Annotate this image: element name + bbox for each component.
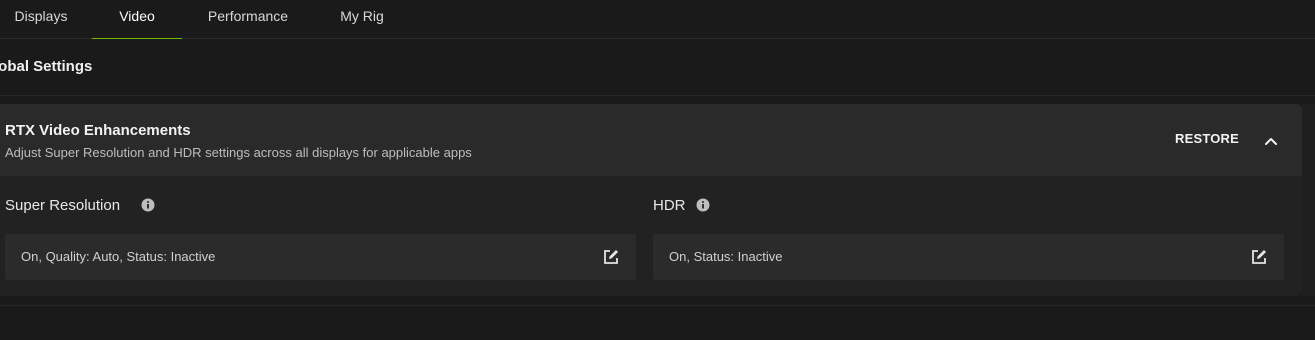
info-icon[interactable] [141,198,155,212]
nvidia-app-video-settings: Displays Video Performance My Rig lobal … [0,0,1315,340]
card-subtitle: Adjust Super Resolution and HDR settings… [5,145,472,160]
section-title: lobal Settings [0,58,93,75]
info-icon[interactable] [696,198,710,212]
bottom-divider [0,305,1315,306]
hdr-value-field[interactable]: On, Status: Inactive [653,234,1284,280]
tab-displays[interactable]: Displays [0,0,82,38]
tab-bar: Displays Video Performance My Rig [0,0,1315,39]
card-title: RTX Video Enhancements [5,122,191,139]
card-header[interactable]: RTX Video Enhancements Adjust Super Reso… [0,104,1302,176]
super-resolution-label: Super Resolution [5,197,121,214]
restore-button[interactable]: RESTORE [1175,131,1239,146]
chevron-up-icon[interactable] [1260,130,1282,152]
tab-video[interactable]: Video [92,0,182,39]
rtx-video-enhancements-card: RTX Video Enhancements Adjust Super Reso… [0,104,1302,296]
edit-icon[interactable] [1250,248,1268,266]
hdr-value: On, Status: Inactive [669,249,783,264]
section-divider [0,95,1315,96]
tab-performance[interactable]: Performance [196,0,300,38]
super-resolution-value: On, Quality: Auto, Status: Inactive [21,249,216,264]
hdr-label: HDR [653,197,686,214]
super-resolution-value-field[interactable]: On, Quality: Auto, Status: Inactive [5,234,636,280]
scroll-track[interactable] [1302,104,1315,296]
edit-icon[interactable] [602,248,620,266]
tab-my-rig[interactable]: My Rig [330,0,394,38]
